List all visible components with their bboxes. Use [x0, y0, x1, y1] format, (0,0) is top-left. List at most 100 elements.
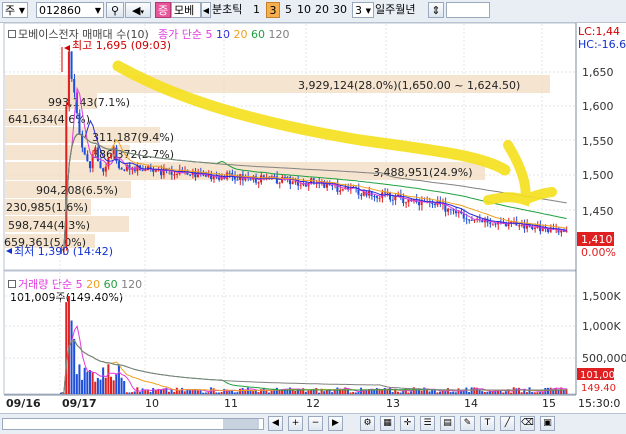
volume-bar	[141, 388, 144, 394]
candle-body	[494, 223, 497, 225]
volume-bar	[399, 392, 402, 394]
volume-bar	[520, 392, 523, 394]
candle-body	[449, 208, 452, 210]
volume-profile-label: 311,187(9.4%)	[92, 131, 174, 144]
text-icon: T	[484, 418, 491, 428]
candle-body	[465, 218, 468, 220]
volume-bar	[294, 390, 297, 394]
tool-button-7[interactable]: T	[480, 416, 495, 431]
candle-body	[162, 168, 165, 176]
candle-body	[433, 203, 436, 206]
candle-body	[112, 147, 115, 155]
volume-bar	[267, 392, 270, 394]
candle-body	[123, 169, 126, 171]
volume-bar	[120, 377, 123, 394]
volume-bar	[149, 392, 152, 394]
volume-bar	[65, 302, 68, 394]
volume-bar	[531, 392, 534, 394]
volume-bar	[181, 387, 184, 394]
volume-bar	[481, 391, 484, 394]
candle-body	[70, 51, 73, 79]
candle-body	[446, 208, 449, 212]
volume-bar	[152, 387, 155, 394]
candle-body	[339, 190, 342, 192]
candle-body	[404, 202, 407, 204]
volume-bar	[138, 392, 141, 394]
candle-body	[257, 182, 260, 184]
tool-button-4[interactable]: ☰	[420, 416, 435, 431]
tool-button-10[interactable]: ▣	[540, 416, 555, 431]
tool-button-2[interactable]: ▦	[380, 416, 395, 431]
volume-bar	[70, 320, 73, 394]
volume-bar	[336, 387, 339, 394]
volume-bar	[444, 391, 447, 394]
price-tick-label: 1,550	[582, 135, 614, 148]
volume-ma-line	[61, 339, 567, 394]
volume-bar	[83, 367, 86, 394]
volume-bar	[117, 365, 120, 394]
zoom-out-button[interactable]: −	[308, 416, 323, 431]
candle-body	[228, 172, 231, 174]
volume-bar	[428, 391, 431, 394]
volume-bar	[415, 389, 418, 394]
x-tick-label: 10	[145, 397, 159, 410]
candle-body	[88, 161, 91, 169]
volume-bar	[217, 392, 220, 394]
tool-button-1[interactable]: ⚙	[360, 416, 375, 431]
volume-bar	[315, 388, 318, 394]
price-tick-label: 1,600	[582, 100, 614, 113]
candle-body	[560, 230, 563, 233]
zoom-in-button[interactable]: +	[288, 416, 303, 431]
scroll-thumb[interactable]	[223, 419, 259, 429]
volume-bar	[81, 379, 84, 394]
volume-ma-line	[61, 325, 567, 394]
volume-bar	[299, 390, 302, 394]
plus-icon: +	[291, 418, 300, 428]
price-tick-label: 1,450	[582, 205, 614, 218]
volume-bar	[467, 392, 471, 394]
chart-canvas[interactable]: 1,650 1,600 1,550 1,500 1,450 3,929,124(28.0%…	[0, 0, 626, 433]
triangle-right-icon: ▶	[332, 418, 339, 428]
volume-bar	[354, 392, 357, 394]
candle-body	[360, 194, 363, 196]
list-icon: ☰	[423, 418, 432, 428]
volume-bar	[265, 390, 268, 394]
candle-body	[389, 192, 392, 200]
volume-bar	[331, 392, 334, 394]
tool-button-6[interactable]: ✎	[460, 416, 475, 431]
volume-bar	[317, 392, 320, 394]
candle-body	[341, 189, 344, 191]
save-icon: ▣	[543, 418, 552, 428]
volume-bar	[536, 392, 539, 394]
scroll-track[interactable]	[2, 418, 264, 430]
volume-profile-label: 3,929,124(28.0%)(1,650.00 ~ 1,624.50)	[298, 79, 520, 92]
volume-bar	[236, 392, 239, 394]
volume-bar	[391, 392, 394, 394]
high-marker-label: 최고 1,695 (09:03)	[72, 39, 171, 52]
volume-bar	[78, 364, 81, 394]
tool-button-8[interactable]: ╱	[500, 416, 515, 431]
volume-bar	[270, 390, 273, 394]
candle-body	[470, 219, 473, 221]
candle-body	[291, 181, 294, 185]
settings-icon: ⚙	[363, 418, 372, 428]
volume-bar	[462, 391, 465, 394]
volume-bar	[436, 392, 439, 394]
tool-button-5[interactable]: ▤	[440, 416, 455, 431]
volume-bar	[396, 391, 399, 394]
volume-bar	[102, 367, 105, 394]
x-tick-label: 15	[542, 397, 556, 410]
tool-button-3[interactable]: ✛	[400, 416, 415, 431]
volume-bar	[307, 390, 310, 394]
eraser-icon: ⌫	[521, 418, 534, 428]
scroll-right-button[interactable]: ▶	[328, 416, 343, 431]
volume-bar	[170, 389, 173, 394]
volume-bar	[381, 390, 384, 394]
candle-body	[120, 168, 123, 170]
scroll-left-button[interactable]: ◀	[268, 416, 283, 431]
candle-body	[278, 182, 281, 184]
current-volume-label: 101,00	[580, 370, 615, 381]
candle-body	[141, 170, 144, 172]
volume-bar	[373, 389, 376, 394]
tool-button-9[interactable]: ⌫	[520, 416, 535, 431]
